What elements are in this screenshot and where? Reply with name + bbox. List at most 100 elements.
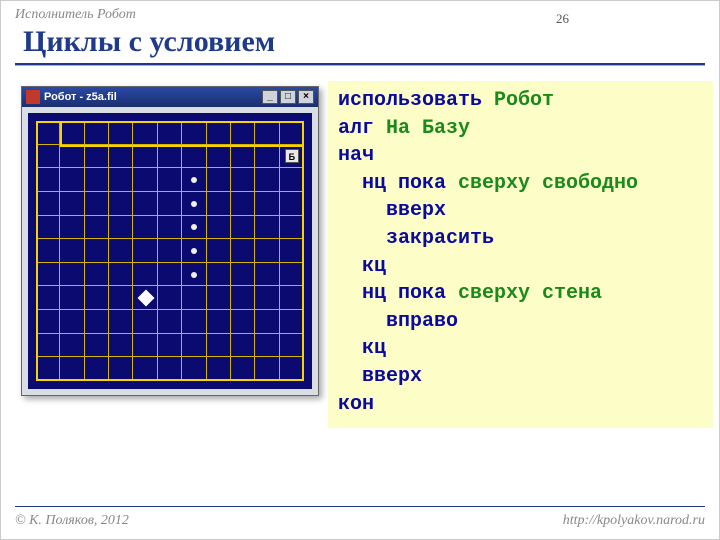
grid-cell (255, 192, 279, 216)
title-rule (15, 63, 705, 66)
grid-cell (109, 357, 133, 381)
grid-cell (60, 357, 84, 381)
grid-cell (36, 310, 60, 334)
painted-cell-dot (191, 272, 197, 278)
grid-cell (36, 216, 60, 240)
grid-cell (60, 310, 84, 334)
keyword-token: кц (338, 255, 386, 278)
code-line: закрасить (338, 225, 703, 253)
grid-cell (231, 192, 255, 216)
grid-cell (36, 192, 60, 216)
grid-cell (280, 334, 304, 358)
grid-cell (60, 121, 84, 145)
grid-cell (109, 263, 133, 287)
grid-cell (60, 145, 84, 169)
grid-cell (109, 334, 133, 358)
grid-cell (60, 216, 84, 240)
grid-cell (109, 239, 133, 263)
grid-cell (255, 263, 279, 287)
grid-cell (280, 263, 304, 287)
grid-cell (182, 121, 206, 145)
grid-cell (36, 168, 60, 192)
grid-cell (36, 357, 60, 381)
grid-cell (182, 145, 206, 169)
grid-cell (85, 357, 109, 381)
grid-cell (158, 334, 182, 358)
grid-cell (255, 121, 279, 145)
grid-cell (182, 334, 206, 358)
grid-cell (207, 168, 231, 192)
grid-cell (133, 310, 157, 334)
grid-cell (36, 121, 60, 145)
robot-window: Робот - z5a.fil _ □ × Б (21, 86, 319, 396)
minimize-button[interactable]: _ (262, 90, 278, 104)
grid-cell (85, 286, 109, 310)
grid-cell (231, 216, 255, 240)
grid-cell (280, 121, 304, 145)
supertitle: Исполнитель Робот (15, 7, 136, 23)
grid-cell (109, 216, 133, 240)
grid-cell (255, 145, 279, 169)
grid-cell (207, 357, 231, 381)
grid-cell (133, 216, 157, 240)
grid-cell (231, 286, 255, 310)
grid-cell (255, 168, 279, 192)
grid-cell (85, 216, 109, 240)
grid-cell (36, 263, 60, 287)
grid-cell (109, 145, 133, 169)
grid-cell (207, 239, 231, 263)
grid-cell (207, 263, 231, 287)
grid-cell (60, 286, 84, 310)
painted-cell-dot (191, 248, 197, 254)
grid-cell (207, 334, 231, 358)
grid-cell (133, 239, 157, 263)
keyword-token: алг (338, 117, 386, 140)
keyword-token: нц пока (338, 282, 458, 305)
grid-cell (133, 192, 157, 216)
grid-cell (231, 263, 255, 287)
grid-cell (231, 121, 255, 145)
painted-cell-dot (191, 201, 197, 207)
grid-cell (207, 145, 231, 169)
grid-cell (231, 357, 255, 381)
keyword-token: использовать (338, 89, 494, 112)
grid-cell (207, 192, 231, 216)
grid-cell (133, 263, 157, 287)
grid-cell (280, 192, 304, 216)
grid-cell (85, 121, 109, 145)
footer-rule (15, 506, 705, 507)
grid-cell (36, 239, 60, 263)
code-line: кц (338, 253, 703, 281)
grid-cell (255, 239, 279, 263)
grid-cell (255, 216, 279, 240)
grid-cell (60, 239, 84, 263)
grid-cell (158, 168, 182, 192)
grid-cell (60, 263, 84, 287)
code-panel: использовать Роботалг На Базунач нц пока… (328, 81, 713, 428)
close-button[interactable]: × (298, 90, 314, 104)
grid-cell (109, 168, 133, 192)
grid-cell (231, 168, 255, 192)
keyword-token: закрасить (338, 227, 494, 250)
grid-cell (280, 239, 304, 263)
grid-cell (133, 145, 157, 169)
grid-cell (158, 145, 182, 169)
identifier-token: Робот (494, 89, 554, 112)
grid-cell (133, 121, 157, 145)
keyword-token: кон (338, 393, 374, 416)
grid-cell (85, 145, 109, 169)
grid (36, 121, 304, 381)
grid-cell (36, 145, 60, 169)
code-line: кон (338, 391, 703, 419)
grid-cell (255, 334, 279, 358)
maximize-button[interactable]: □ (280, 90, 296, 104)
grid-cell (280, 310, 304, 334)
identifier-token: сверху свободно (458, 172, 638, 195)
grid-cell (109, 192, 133, 216)
keyword-token: вверх (338, 199, 446, 222)
keyword-token: кц (338, 337, 386, 360)
grid-cell (60, 168, 84, 192)
base-marker: Б (285, 149, 299, 163)
grid-cell (36, 334, 60, 358)
grid-cell (158, 286, 182, 310)
